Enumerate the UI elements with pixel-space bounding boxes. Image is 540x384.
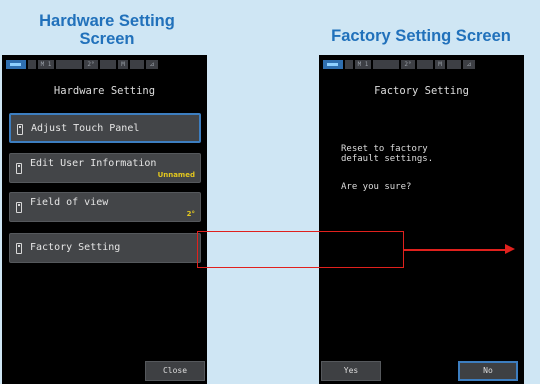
device-icon [16,202,22,213]
screen-title: Factory Setting [374,85,469,97]
status-indicator [130,59,144,69]
reset-message: Reset to factory default settings. [341,144,434,164]
status-indicator [447,59,461,69]
button-label: Adjust Touch Panel [31,123,140,134]
memory-indicator: M 1 [355,59,371,69]
hardware-setting-screen: M 1 2° M ⊿ Hardware Setting Adjust Touch… [2,55,207,384]
status-bar: M 1 2° M ⊿ [323,59,520,69]
battery-icon [323,59,343,69]
field-of-view-indicator: 2° [401,59,415,69]
status-indicator [373,59,399,69]
no-button[interactable]: No [458,361,518,381]
device-icon [17,124,23,135]
factory-setting-screen: M 1 2° M ⊿ Factory Setting Reset to fact… [319,55,524,384]
status-indicator [56,59,82,69]
battery-icon [6,59,26,69]
factory-setting-button[interactable]: Factory Setting [9,233,201,263]
button-label: Edit User Information [30,158,157,169]
device-icon [16,163,22,174]
status-indicator [100,59,116,69]
yes-button[interactable]: Yes [321,361,381,381]
screen-title: Hardware Setting [53,85,156,97]
status-indicator [345,59,353,69]
status-indicator [28,59,36,69]
field-of-view-value: 2° [186,210,195,218]
edit-user-information-button[interactable]: Edit User Information Unnamed [9,153,201,183]
factory-setting-caption: Factory Setting Screen [331,27,511,45]
user-name-value: Unnamed [157,171,195,179]
memory-indicator: M 1 [38,59,54,69]
button-label: Field of view [30,197,109,208]
confirm-question: Are you sure? [341,182,412,192]
field-of-view-button[interactable]: Field of view 2° [9,192,201,222]
field-of-view-indicator: 2° [84,59,98,69]
device-icon [16,243,22,254]
arrow-line [404,249,511,251]
close-button[interactable]: Close [145,361,205,381]
button-label: Factory Setting [30,242,121,253]
mode-indicator: M [435,59,445,69]
status-bar: M 1 2° M ⊿ [6,59,203,69]
status-indicator [417,59,433,69]
signal-icon: ⊿ [463,59,475,69]
mode-indicator: M [118,59,128,69]
arrow-right-icon [505,244,515,254]
signal-icon: ⊿ [146,59,158,69]
adjust-touch-panel-button[interactable]: Adjust Touch Panel [9,113,201,143]
hardware-setting-caption: Hardware Setting Screen [39,12,175,48]
